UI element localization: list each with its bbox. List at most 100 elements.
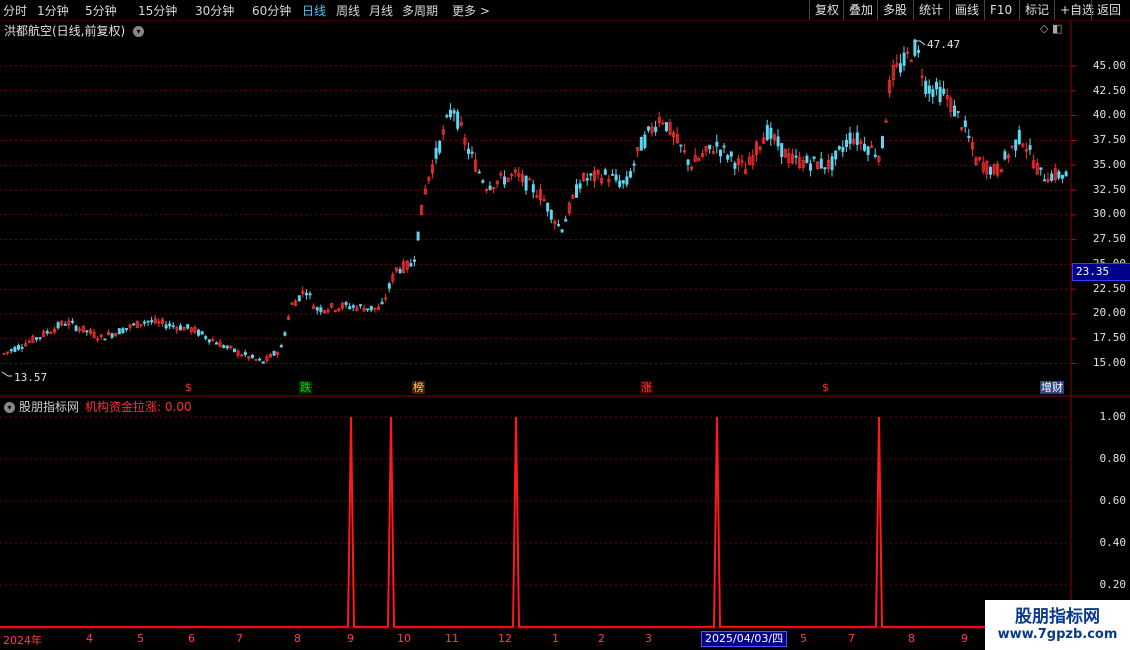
indicator-tick: 0.80	[1099, 452, 1127, 465]
candle-body	[751, 155, 755, 165]
price-tick: 32.50	[1092, 183, 1126, 196]
stats-button[interactable]: 统计	[913, 0, 948, 20]
candle-body	[891, 64, 895, 80]
candle-body	[1025, 149, 1029, 152]
candle-body	[906, 51, 910, 54]
candle-body	[250, 354, 254, 358]
price-tick: 17.50	[1092, 331, 1126, 344]
candle-body	[484, 189, 488, 192]
price-tick: 20.00	[1092, 306, 1126, 319]
tab-more[interactable]: 更多 >	[452, 2, 490, 19]
candle-body	[366, 308, 370, 311]
candle-body	[1050, 173, 1054, 181]
candle-body	[304, 292, 308, 296]
candle-body	[391, 274, 395, 282]
candle-body	[477, 171, 481, 174]
tab-fenshi[interactable]: 分时	[3, 2, 27, 19]
candle-body	[45, 331, 49, 334]
tab-daily[interactable]: 日线	[302, 2, 326, 19]
tab-15min[interactable]: 15分钟	[138, 2, 177, 19]
candle-body	[99, 334, 103, 337]
period-toolbar: 分时 1分钟 5分钟 15分钟 30分钟 60分钟 日线 周线 月线 多周期 更…	[0, 0, 1130, 21]
candle-body	[531, 184, 535, 193]
candle-body	[1035, 163, 1039, 175]
signal-dollar[interactable]: $	[184, 381, 193, 394]
tab-weekly[interactable]: 周线	[336, 2, 360, 19]
tab-multi-period[interactable]: 多周期	[402, 2, 438, 19]
back-button[interactable]: 返回	[1091, 0, 1130, 20]
candle-body	[168, 323, 172, 327]
candle-body	[178, 325, 182, 331]
candle-body	[999, 168, 1003, 173]
candle-body	[884, 120, 888, 123]
candle-body	[96, 338, 100, 341]
tab-5min[interactable]: 5分钟	[85, 2, 117, 19]
price-tick: 30.00	[1092, 207, 1126, 220]
candle-body	[924, 80, 928, 95]
candle-body	[222, 345, 226, 348]
candle-body	[495, 180, 499, 185]
watermark-title: 股朋指标网	[1015, 607, 1100, 627]
candle-body	[261, 361, 265, 364]
tab-60min[interactable]: 60分钟	[252, 2, 291, 19]
chevron-down-icon[interactable]: ▾	[4, 402, 15, 413]
tab-30min[interactable]: 30分钟	[195, 2, 234, 19]
chevron-down-icon[interactable]: ▾	[133, 26, 145, 37]
candle-body	[506, 177, 510, 182]
draw-line-button[interactable]: 画线	[949, 0, 984, 20]
candle-body	[564, 219, 568, 222]
candle-body	[348, 306, 352, 310]
signal-dollar[interactable]: $	[821, 381, 830, 394]
candle-body	[164, 324, 168, 329]
mark-button[interactable]: 标记	[1019, 0, 1054, 20]
price-tick: 45.00	[1092, 59, 1126, 72]
fuquan-button[interactable]: 复权	[809, 0, 844, 20]
candle-body	[726, 155, 730, 160]
candle-body	[175, 327, 179, 331]
candle-body	[524, 175, 528, 191]
price-tick: 22.50	[1092, 282, 1126, 295]
candle-body	[466, 148, 470, 154]
candle-body	[60, 321, 64, 326]
candle-body	[873, 154, 877, 157]
tab-monthly[interactable]: 月线	[369, 2, 393, 19]
candle-body	[71, 320, 75, 323]
candle-body	[870, 145, 874, 148]
candle-body	[470, 151, 474, 154]
time-tick: 6	[188, 632, 195, 645]
candle-body	[913, 39, 917, 56]
candle-body	[1014, 139, 1018, 151]
candle-body	[247, 355, 251, 359]
candle-body	[56, 322, 60, 329]
watermark-url: www.7gpzb.com	[997, 627, 1118, 642]
candle-body	[31, 335, 35, 343]
indicator-polyline	[0, 416, 1071, 628]
candle-body	[931, 89, 935, 97]
time-tick: 3	[645, 632, 652, 645]
tab-1min[interactable]: 1分钟	[37, 2, 69, 19]
multi-stock-button[interactable]: 多股	[877, 0, 912, 20]
overlay-button[interactable]: 叠加	[843, 0, 878, 20]
indicator-tick: 0.60	[1099, 494, 1127, 507]
candle-body	[452, 110, 456, 114]
candle-body	[24, 343, 28, 347]
candle-body	[996, 163, 1000, 176]
f10-button[interactable]: F10	[984, 0, 1017, 20]
signal-fall[interactable]: 跌	[299, 381, 312, 394]
signal-rise[interactable]: 涨	[640, 381, 653, 394]
candle-body	[405, 260, 409, 270]
candle-body	[690, 166, 694, 170]
candle-body	[492, 187, 496, 190]
candle-body	[1003, 151, 1007, 160]
candle-body	[974, 157, 978, 166]
candle-body	[358, 304, 362, 307]
candle-body	[308, 293, 312, 296]
signal-add-finance[interactable]: 增财	[1040, 381, 1064, 394]
chart-corner-icons[interactable]: ◇ ◧	[1040, 22, 1062, 35]
candle-body	[85, 330, 89, 333]
signal-rank[interactable]: 榜	[412, 381, 425, 394]
candle-body	[53, 328, 57, 333]
candle-body	[729, 151, 733, 157]
candle-body	[1021, 143, 1025, 147]
candle-body	[636, 147, 640, 152]
